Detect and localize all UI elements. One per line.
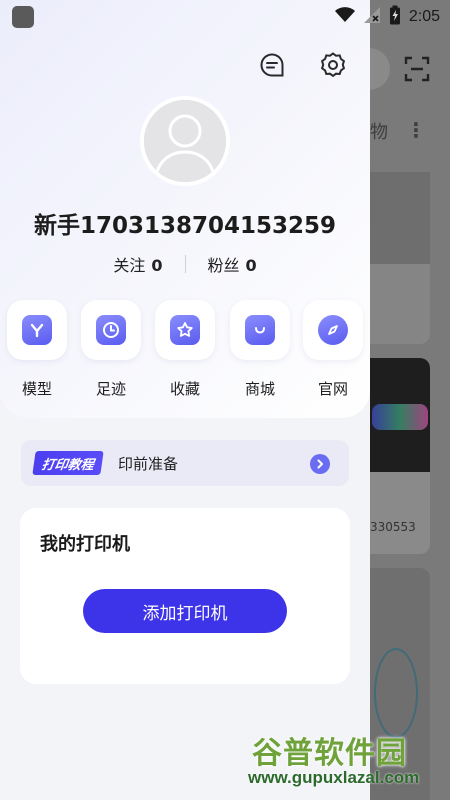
menu-item-footprint[interactable]: 足迹 — [80, 300, 142, 399]
menu-label: 模型 — [21, 380, 52, 398]
follow-stat[interactable]: 关注 0 — [113, 252, 162, 276]
chevron-right-icon[interactable] — [310, 454, 330, 474]
status-time: 2:05 — [408, 8, 440, 25]
follow-stats: 关注 0 粉丝 0 — [0, 252, 370, 276]
my-printer-card: 我的打印机 添加打印机 — [20, 508, 350, 684]
official-site-compass-icon — [318, 315, 348, 345]
background-card[interactable] — [360, 172, 430, 344]
follow-label: 关注 — [113, 256, 146, 275]
fans-label: 粉丝 — [207, 256, 240, 275]
watermark-logo: 谷普软件园 www.gupuxlazal.com — [246, 728, 450, 800]
menu-item-shop[interactable]: 商城 — [229, 300, 291, 399]
menu-label: 收藏 — [169, 380, 200, 398]
background-card-text: 330553 — [370, 520, 416, 534]
footprint-clock-icon — [96, 315, 126, 345]
tutorial-badge: 打印教程 — [32, 451, 104, 475]
watermark-title: 谷普软件园 — [252, 736, 407, 771]
menu-label: 商城 — [244, 380, 275, 398]
menu-item-official-site[interactable]: 官网 — [302, 300, 364, 399]
username: 新手1703138704153259 — [33, 213, 337, 239]
scan-icon[interactable] — [404, 56, 430, 82]
status-bar: 2:05 — [0, 0, 450, 34]
shop-bag-icon — [245, 315, 275, 345]
background-card[interactable]: 330553 — [360, 358, 430, 554]
follow-count: 0 — [151, 256, 163, 275]
add-printer-button[interactable]: 添加打印机 — [83, 589, 287, 633]
model-icon — [22, 315, 52, 345]
background-tab-fragment: 物 — [370, 122, 388, 143]
avatar[interactable] — [140, 96, 230, 186]
settings-gear-icon[interactable] — [318, 50, 348, 80]
app-notification-icon — [12, 6, 34, 28]
fans-stat[interactable]: 粉丝 0 — [208, 252, 257, 276]
favorite-star-icon — [170, 315, 200, 345]
menu-item-model[interactable]: 模型 — [6, 300, 68, 399]
wifi-icon — [334, 7, 355, 27]
menu-item-favorites[interactable]: 收藏 — [154, 300, 216, 399]
menu-label: 官网 — [317, 380, 348, 398]
fans-count: 0 — [245, 256, 257, 275]
profile-drawer: 新手1703138704153259 关注 0 粉丝 0 模型 足迹 收藏 商城… — [0, 0, 370, 800]
print-tutorial-banner[interactable]: 打印教程 印前准备 — [21, 440, 349, 486]
divider — [184, 255, 186, 273]
menu-label: 足迹 — [95, 380, 126, 398]
battery-charging-icon — [389, 5, 401, 29]
tutorial-text: 印前准备 — [118, 454, 179, 473]
message-icon[interactable] — [257, 50, 287, 80]
watermark-url: www.gupuxlazal.com — [248, 768, 420, 787]
no-signal-icon — [363, 6, 381, 28]
printer-card-title: 我的打印机 — [40, 534, 130, 555]
more-icon[interactable]: ⋮ — [406, 118, 426, 142]
